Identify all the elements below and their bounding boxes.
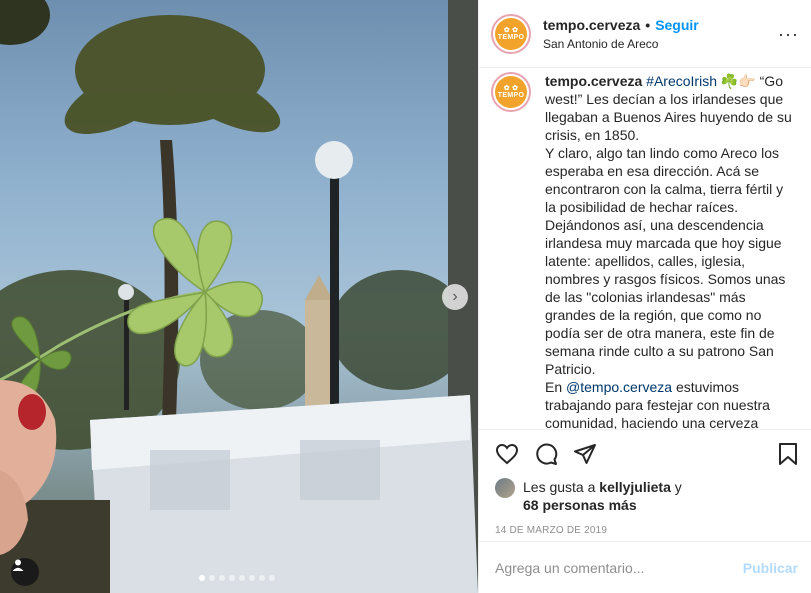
liker-username[interactable]: kellyjulieta <box>599 479 671 495</box>
caption-paragraph-4-prefix: En <box>545 379 563 395</box>
heart-icon[interactable] <box>495 442 519 466</box>
publish-button[interactable]: Publicar <box>743 560 798 576</box>
caption-username[interactable]: tempo.cerveza <box>545 73 642 89</box>
liker-avatar[interactable] <box>495 478 515 498</box>
caption-emoji: ☘️👉🏻 <box>720 73 756 89</box>
post-actions: Les gusta a kellyjulieta y 68 personas m… <box>479 429 811 541</box>
share-icon[interactable] <box>573 442 597 466</box>
username-link[interactable]: tempo.cerveza <box>543 17 640 33</box>
brand-logo: ✿ ✿ TEMPO <box>495 17 527 50</box>
caption-paragraph-2: Y claro, algo tan lindo como Areco los e… <box>545 145 784 215</box>
hops-icon: ✿ ✿ <box>503 85 519 92</box>
carousel-dot <box>269 575 275 581</box>
tagged-users-button[interactable] <box>11 558 39 586</box>
post-photo[interactable]: › <box>0 0 478 593</box>
caption: ✿ ✿ TEMPO tempo.cerveza #ArecoIrish ☘️👉🏻… <box>491 69 800 429</box>
caption-paragraph-3: Dejándonos así, una descendencia irlande… <box>545 217 786 377</box>
photo-scene <box>0 0 478 593</box>
bookmark-icon[interactable] <box>776 442 800 466</box>
carousel-dot <box>229 575 235 581</box>
carousel-dot <box>259 575 265 581</box>
carousel-dot <box>249 575 255 581</box>
chevron-right-icon: › <box>452 288 458 305</box>
post-details-panel: ✿ ✿ TEMPO tempo.cerveza • Seguir San Ant… <box>478 0 811 593</box>
user-icon <box>12 559 24 571</box>
post-header: ✿ ✿ TEMPO tempo.cerveza • Seguir San Ant… <box>479 0 811 68</box>
comment-box: Publicar <box>479 541 811 593</box>
location-link[interactable]: San Antonio de Areco <box>543 37 699 51</box>
caption-avatar[interactable]: ✿ ✿ TEMPO <box>491 72 531 112</box>
hashtag-link[interactable]: #ArecoIrish <box>646 73 717 89</box>
carousel-dot <box>239 575 245 581</box>
carousel-indicator <box>199 575 275 581</box>
carousel-dot <box>219 575 225 581</box>
comment-input[interactable] <box>495 559 743 576</box>
mention-link[interactable]: @tempo.cerveza <box>566 379 672 395</box>
likes-count-link[interactable]: 68 personas más <box>523 497 637 513</box>
brand-logo: ✿ ✿ TEMPO <box>495 76 527 108</box>
comment-icon[interactable] <box>534 442 558 466</box>
post-date[interactable]: 14 DE MARZO DE 2019 <box>495 525 800 536</box>
caption-scroll-area[interactable]: ✿ ✿ TEMPO tempo.cerveza #ArecoIrish ☘️👉🏻… <box>479 69 811 429</box>
separator-dot: • <box>645 16 651 33</box>
carousel-dot <box>209 575 215 581</box>
next-photo-button[interactable]: › <box>442 284 468 310</box>
follow-button[interactable]: Seguir <box>655 17 699 33</box>
hops-icon: ✿ ✿ <box>503 26 519 34</box>
carousel-dot <box>199 575 205 581</box>
profile-avatar[interactable]: ✿ ✿ TEMPO <box>491 13 531 54</box>
likes-summary: Les gusta a kellyjulieta y 68 personas m… <box>495 478 800 514</box>
more-options-icon[interactable]: ··· <box>778 24 799 45</box>
